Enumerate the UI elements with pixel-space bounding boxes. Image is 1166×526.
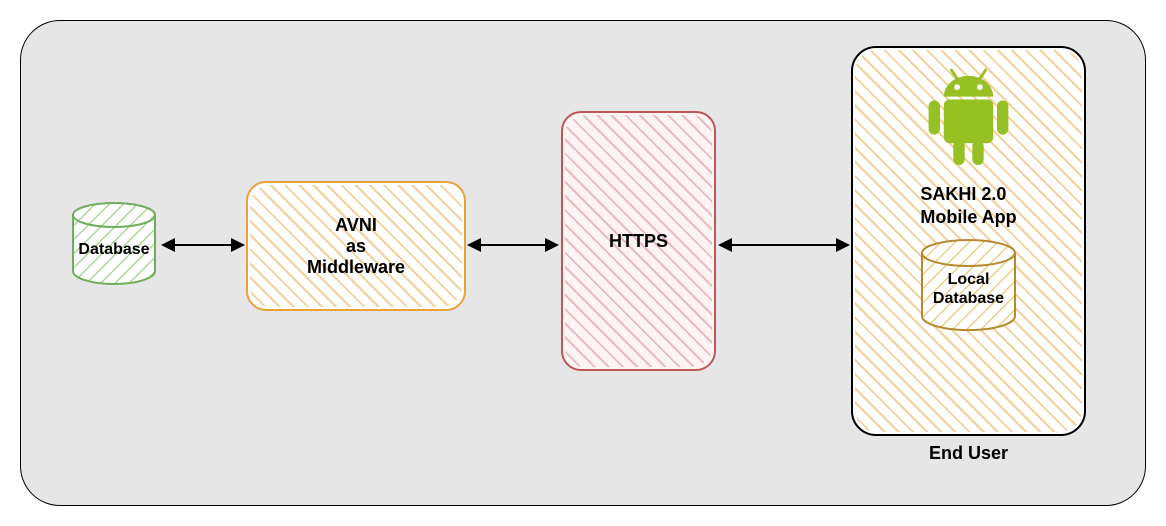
- middleware-line2: as: [346, 236, 366, 257]
- local-db-label: Local Database: [916, 270, 1021, 308]
- database-node: Database: [69, 201, 159, 281]
- middleware-line1: AVNI: [335, 215, 377, 236]
- arrow-db-middleware: [163, 244, 243, 246]
- android-icon: [921, 66, 1016, 171]
- end-user-node: SAKHI 2.0 Mobile App Local: [851, 46, 1086, 436]
- database-label: Database: [69, 241, 159, 259]
- middleware-node: AVNI as Middleware: [246, 181, 466, 311]
- https-label: HTTPS: [609, 231, 668, 252]
- diagram-canvas: Database AVNI as Middleware HTTPS: [20, 20, 1146, 506]
- app-title: SAKHI 2.0 Mobile App: [920, 183, 1016, 228]
- arrow-middleware-https: [469, 244, 557, 246]
- https-node: HTTPS: [561, 111, 716, 371]
- end-user-caption: End User: [851, 443, 1086, 464]
- middleware-line3: Middleware: [307, 257, 405, 278]
- local-database-node: Local Database: [916, 238, 1021, 328]
- arrow-https-enduser: [720, 244, 848, 246]
